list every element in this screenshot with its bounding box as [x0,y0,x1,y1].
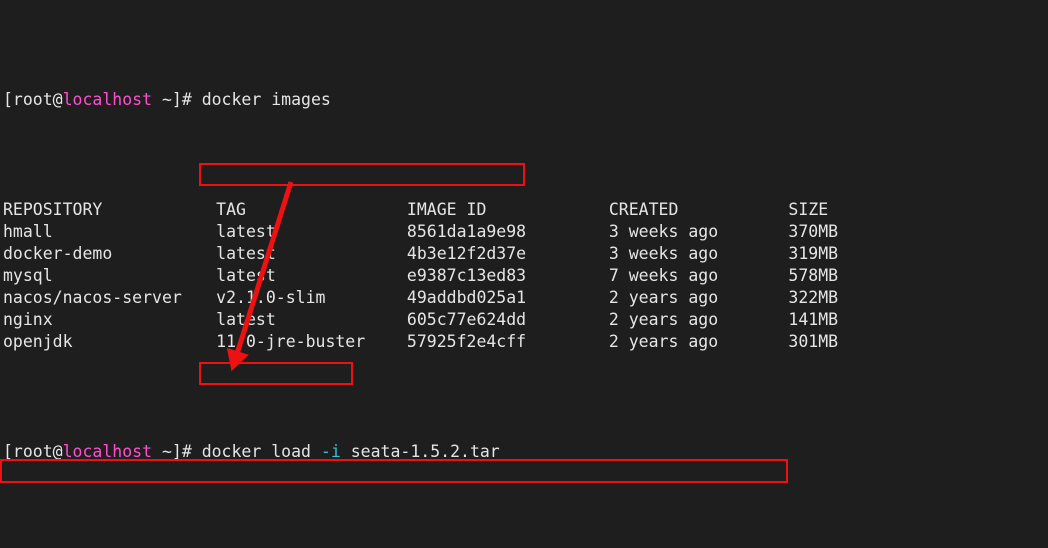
cell-repository: nginx [3,310,53,329]
cell-repository: hmall [3,222,53,241]
table-header-row: REPOSITORY TAG IMAGE ID CREATED SIZE [3,199,828,221]
cell-tag: latest [216,266,276,285]
cell-size: 319MB [788,244,839,263]
cell-tag: latest [216,310,276,329]
command-line-docker-images-1: [root@localhost ~]# docker images [3,89,500,111]
table-header-image-id: IMAGE ID [406,200,487,219]
cell-created: 3 weeks ago [608,244,719,263]
cell-size: 322MB [788,288,839,307]
command-line-docker-load: [root@localhost ~]# docker load -i seata… [3,441,500,463]
table-row: docker-demo latest 4b3e12f2d37e 3 weeks ago… [3,243,838,265]
cell-repository: mysql [3,266,53,285]
cell-image-id: 8561da1a9e98 [406,222,527,241]
table-header-repository: REPOSITORY [3,200,103,219]
cell-image-id: e9387c13ed83 [406,266,527,285]
command-flag-i: -i [320,442,341,461]
cell-repository: docker-demo [3,244,113,263]
prompt-suffix: ~]# [152,442,202,461]
cell-tag: latest [216,222,276,241]
prompt-hostname: localhost [62,90,153,109]
cell-created: 3 weeks ago [608,222,719,241]
cell-created: 2 years ago [608,332,719,351]
cell-repository: openjdk [3,332,73,351]
cell-repository: nacos/nacos-server [3,288,182,307]
table-row: hmall latest 8561da1a9e98 3 weeks ago 370MB [3,221,838,243]
prompt-prefix: [root@ [3,442,63,461]
cell-created: 2 years ago [608,310,719,329]
cell-image-id: 605c77e624dd [406,310,527,329]
cell-image-id: 57925f2e4cff [406,332,527,351]
cell-tag: v2.1.0-slim [216,288,326,307]
cell-tag: latest [216,244,276,263]
table-header-tag: TAG [216,200,246,219]
cell-size: 301MB [788,332,839,351]
cell-size: 578MB [788,266,839,285]
cell-created: 2 years ago [608,288,719,307]
table-header-created: CREATED [608,200,679,219]
command-text-docker: docker [201,442,262,461]
table-row: nginx latest 605c77e624dd 2 years ago 141MB [3,309,838,331]
cell-size: 141MB [788,310,839,329]
prompt-hostname: localhost [62,442,153,461]
table-row: openjdk 11.0-jre-buster 57925f2e4cff 2 year… [3,331,838,353]
docker-images-table-top: REPOSITORY TAG IMAGE ID CREATED SIZE hmall lat… [3,199,838,353]
cell-size: 370MB [788,222,839,241]
prompt-suffix: ~]# [152,90,202,109]
terminal-window[interactable]: [root@localhost ~]# docker images REPOSI… [0,0,1048,548]
command-text-load: load [271,442,311,461]
table-row: mysql latest e9387c13ed83 7 weeks ago 578MB [3,265,838,287]
cell-image-id: 49addbd025a1 [406,288,527,307]
cell-image-id: 4b3e12f2d37e [406,244,527,263]
command-arg-tarfile: seata-1.5.2.tar [350,442,500,461]
cell-tag: 11.0-jre-buster [216,332,366,351]
terminal-screen: [root@localhost ~]# docker images REPOSI… [3,1,838,548]
table-row: nacos/nacos-server v2.1.0-slim 49addbd025a… [3,287,838,309]
table-header-size: SIZE [788,200,829,219]
cell-created: 7 weeks ago [608,266,719,285]
prompt-prefix: [root@ [3,90,63,109]
command-text-docker-images-1: docker images [201,90,331,109]
